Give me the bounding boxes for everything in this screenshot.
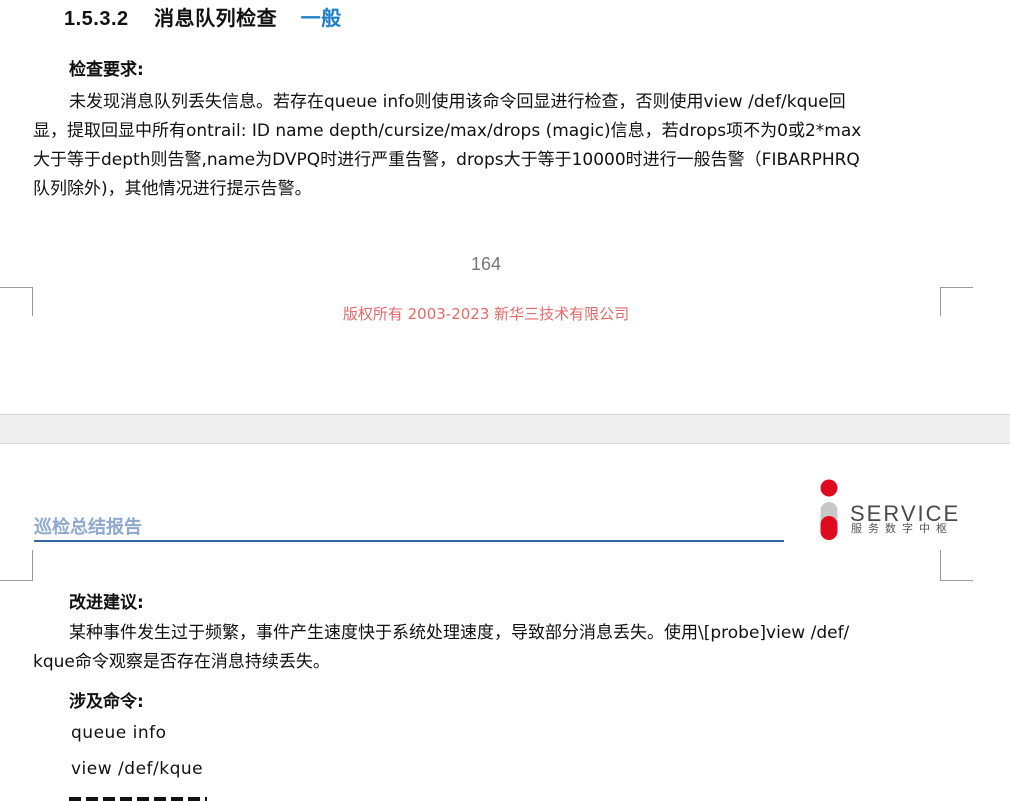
copyright-footer: 版权所有 2003-2023 新华三技术有限公司 [342,305,630,323]
command-item: queue info [71,723,167,743]
crop-mark-top-left [0,550,33,581]
page-gap [0,414,1010,444]
section-title: 消息队列检查 [154,6,278,30]
section-heading: 1.5.3.2 消息队列检查 一般 [64,2,342,31]
section-level: 一般 [300,6,342,30]
command-item: view /def/kque [71,759,204,779]
commands-label: 涉及命令: [69,692,144,712]
service-logo-icon [818,478,840,542]
cut-off-text [69,794,209,801]
requirement-line: 大于等于depth则告警,name为DVPQ时进行严重告警，drops大于等于1… [33,150,860,170]
header-rule [34,540,784,542]
requirement-line: 队列除外)，其他情况进行提示告警。 [33,179,312,199]
suggestion-line: 某种事件发生过于频繁，事件产生速度快于系统处理速度，导致部分消息丢失。使用\[p… [69,623,850,643]
crop-mark-top-right [940,550,973,581]
suggestion-line: kque命令观察是否存在消息持续丢失。 [33,652,330,672]
section-number: 1.5.3.2 [64,8,129,30]
suggestion-paragraph: 某种事件发生过于频繁，事件产生速度快于系统处理速度，导致部分消息丢失。使用\[p… [33,619,849,677]
requirement-line: 未发现消息队列丢失信息。若存在queue info则使用该命令回显进行检查，否则… [69,92,846,112]
page-number: 164 [470,254,502,274]
requirement-line: 显，提取回显中所有ontrail: ID name depth/cursize/… [33,121,862,141]
requirement-paragraph: 未发现消息队列丢失信息。若存在queue info则使用该命令回显进行检查，否则… [33,88,861,204]
suggestion-label: 改进建议: [69,593,144,613]
requirement-label: 检查要求: [69,60,144,80]
logo-subtitle: 服务数字中枢 [851,522,953,535]
report-title: 巡检总结报告 [34,517,142,538]
